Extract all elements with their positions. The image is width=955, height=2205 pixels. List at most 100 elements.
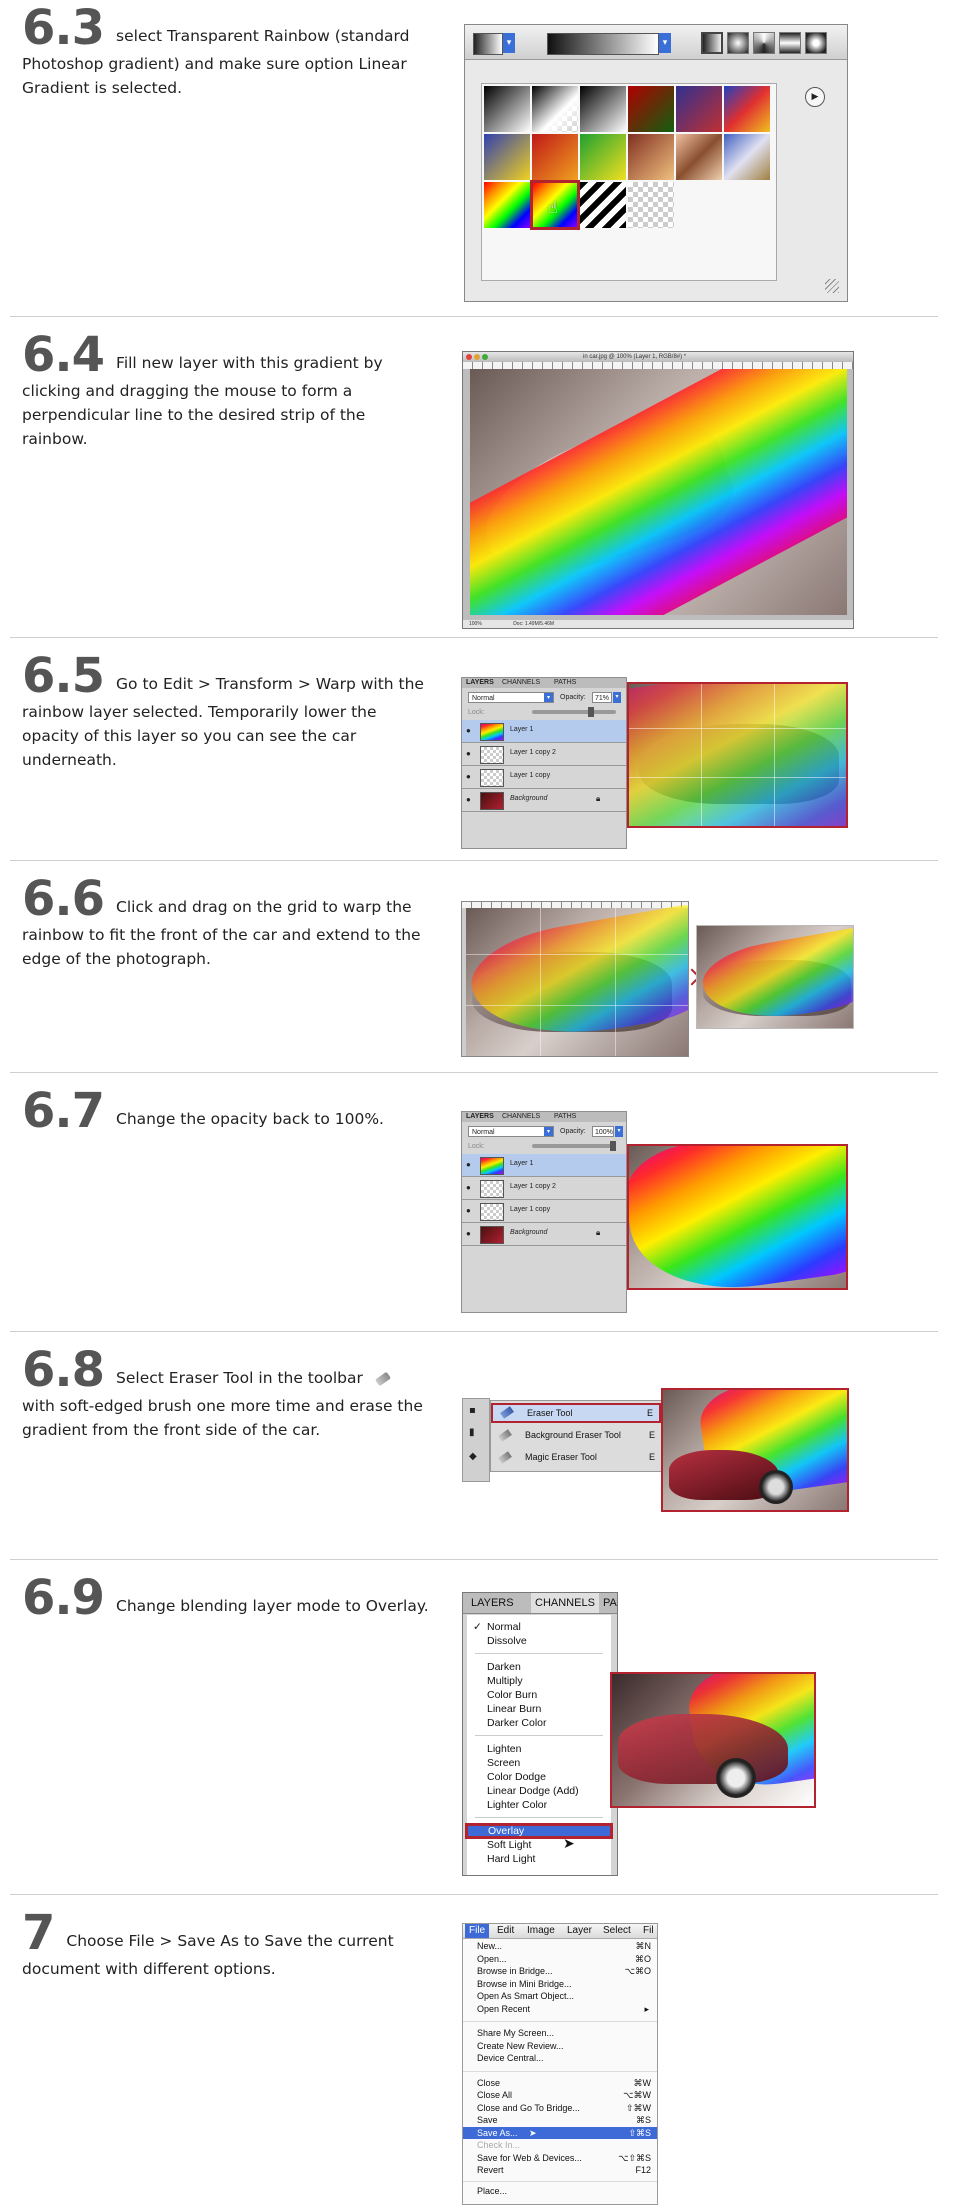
gradient-swatch[interactable] <box>676 134 722 180</box>
layer-row[interactable]: ● Background 🔒︎ <box>462 789 626 812</box>
menu-image[interactable]: Image <box>527 1924 555 1938</box>
eye-icon[interactable]: ● <box>466 1229 471 1238</box>
eye-icon[interactable]: ● <box>466 795 471 804</box>
blend-option-darken[interactable]: Darken <box>467 1661 611 1675</box>
layer-row[interactable]: ● Layer 1 copy 2 <box>462 743 626 766</box>
blend-option-multiply[interactable]: Multiply <box>467 1675 611 1689</box>
blend-option-soft-light[interactable]: Soft Light <box>467 1839 611 1853</box>
tab-layers[interactable]: LAYERS <box>466 1113 494 1120</box>
resize-grip-icon[interactable] <box>825 279 839 293</box>
linear-gradient-button[interactable] <box>701 32 723 54</box>
menu-item-eraser-tool[interactable]: Eraser Tool E <box>491 1403 661 1423</box>
opacity-field[interactable]: 100% <box>592 1126 614 1137</box>
menu-layer[interactable]: Layer <box>567 1924 592 1938</box>
blend-option-dissolve[interactable]: Dissolve <box>467 1635 611 1649</box>
gradient-swatch[interactable] <box>580 134 626 180</box>
opacity-slider[interactable] <box>532 707 616 717</box>
blend-option-color-dodge[interactable]: Color Dodge <box>467 1771 611 1785</box>
layer-row[interactable]: ● Layer 1 <box>462 1154 626 1177</box>
menu-item-background-eraser[interactable]: Background Eraser Tool E <box>491 1425 661 1445</box>
menu-item[interactable]: Close All ⌥⌘W <box>463 2089 657 2102</box>
menu-item-save-as[interactable]: Save As... ➤ ⇧⌘S <box>463 2126 657 2139</box>
tab-channels[interactable]: CHANNELS <box>502 679 540 686</box>
blend-option-linear-burn[interactable]: Linear Burn <box>467 1703 611 1717</box>
gradient-swatch[interactable] <box>724 86 770 132</box>
blend-option-linear-dodge[interactable]: Linear Dodge (Add) <box>467 1785 611 1799</box>
blend-option-overlay[interactable]: Overlay <box>465 1823 613 1839</box>
tab-paths[interactable]: PATHS <box>554 679 576 686</box>
blend-option-lighten[interactable]: Lighten <box>467 1743 611 1757</box>
menu-item[interactable]: Save for Web & Devices... ⌥⇧⌘S <box>463 2152 657 2165</box>
menu-item[interactable]: Open Recent ▸ <box>463 2003 657 2016</box>
gradient-swatch[interactable] <box>580 182 626 228</box>
menu-item-magic-eraser[interactable]: Magic Eraser Tool E <box>491 1447 661 1467</box>
gradient-swatch[interactable] <box>676 86 722 132</box>
eye-icon[interactable]: ● <box>466 1183 471 1192</box>
gradient-swatch[interactable] <box>484 86 530 132</box>
menu-file[interactable]: File <box>465 1924 490 1938</box>
layer-row[interactable]: ● Layer 1 copy 2 <box>462 1177 626 1200</box>
dropdown-arrow-icon[interactable]: ▾ <box>503 33 515 53</box>
blend-option-lighter-color[interactable]: Lighter Color <box>467 1799 611 1813</box>
blend-mode-select[interactable]: Normal ▾ <box>468 692 554 703</box>
opacity-slider-thumb[interactable] <box>588 707 594 717</box>
layer-row[interactable]: ● Layer 1 copy <box>462 766 626 789</box>
menu-edit[interactable]: Edit <box>497 1924 514 1938</box>
menu-item[interactable]: Open... ⌘O <box>463 1953 657 1966</box>
opacity-arrow-icon[interactable]: ▾ <box>615 1126 623 1137</box>
eye-icon[interactable]: ● <box>466 1160 471 1169</box>
tab-channels[interactable]: CHANNELS <box>531 1593 599 1613</box>
tab-channels[interactable]: CHANNELS <box>502 1113 540 1120</box>
menu-item[interactable]: Device Central... <box>463 2052 657 2065</box>
opacity-slider[interactable] <box>532 1141 616 1151</box>
eye-icon[interactable]: ● <box>466 772 471 781</box>
blend-option-normal[interactable]: ✓ Normal <box>467 1621 611 1635</box>
menu-item[interactable]: Share My Screen... <box>463 2027 657 2040</box>
gradient-swatch[interactable] <box>532 134 578 180</box>
blend-option-darker-color[interactable]: Darker Color <box>467 1717 611 1731</box>
minimize-dot-icon[interactable] <box>474 354 480 360</box>
menu-item[interactable]: Browse in Bridge... ⌥⌘O <box>463 1965 657 1978</box>
dropdown-arrow-icon[interactable]: ▾ <box>659 33 671 53</box>
opacity-field[interactable]: 71% <box>592 692 612 703</box>
gradient-swatch[interactable] <box>484 134 530 180</box>
menu-item[interactable]: New... ⌘N <box>463 1940 657 1953</box>
tool-icon[interactable]: ▪ <box>469 1405 476 1416</box>
menu-filter[interactable]: Fil <box>643 1924 654 1938</box>
gradient-swatch[interactable] <box>532 86 578 132</box>
gradient-swatch[interactable] <box>628 134 674 180</box>
radial-gradient-button[interactable] <box>727 32 749 54</box>
menu-item[interactable]: Browse in Mini Bridge... <box>463 1978 657 1991</box>
gradient-swatch[interactable] <box>628 182 674 228</box>
opacity-slider-thumb[interactable] <box>610 1141 616 1151</box>
close-dot-icon[interactable] <box>466 354 472 360</box>
layer-row[interactable]: ● Layer 1 copy <box>462 1200 626 1223</box>
tab-paths[interactable]: PATHS <box>554 1113 576 1120</box>
tab-layers[interactable]: LAYERS <box>471 1593 514 1613</box>
layer-row[interactable]: ● Layer 1 <box>462 720 626 743</box>
menu-item[interactable]: Place... <box>463 2185 657 2198</box>
gradient-swatch[interactable] <box>484 182 530 228</box>
blend-option-screen[interactable]: Screen <box>467 1757 611 1771</box>
layer-row[interactable]: ● Background 🔒︎ <box>462 1223 626 1246</box>
eye-icon[interactable]: ● <box>466 749 471 758</box>
reflected-gradient-button[interactable] <box>779 32 801 54</box>
opacity-arrow-icon[interactable]: ▾ <box>613 692 621 703</box>
blend-mode-select[interactable]: Normal ▾ <box>468 1126 554 1137</box>
panel-menu-button[interactable]: ▶ <box>805 87 825 107</box>
gradient-swatch[interactable] <box>724 134 770 180</box>
menu-item[interactable]: Revert F12 <box>463 2164 657 2177</box>
eye-icon[interactable]: ● <box>466 1206 471 1215</box>
blend-option-color-burn[interactable]: Color Burn <box>467 1689 611 1703</box>
tool-icon[interactable]: ◆ <box>469 1451 477 1462</box>
angle-gradient-button[interactable] <box>753 32 775 54</box>
blend-option-hard-light[interactable]: Hard Light <box>467 1853 611 1867</box>
menu-item[interactable]: Save ⌘S <box>463 2114 657 2127</box>
gradient-swatch[interactable] <box>580 86 626 132</box>
eye-icon[interactable]: ● <box>466 726 471 735</box>
menu-select[interactable]: Select <box>603 1924 631 1938</box>
maximize-dot-icon[interactable] <box>482 354 488 360</box>
gradient-swatch[interactable] <box>628 86 674 132</box>
tab-paths[interactable]: PA <box>603 1593 617 1613</box>
menu-item[interactable]: Close ⌘W <box>463 2077 657 2090</box>
